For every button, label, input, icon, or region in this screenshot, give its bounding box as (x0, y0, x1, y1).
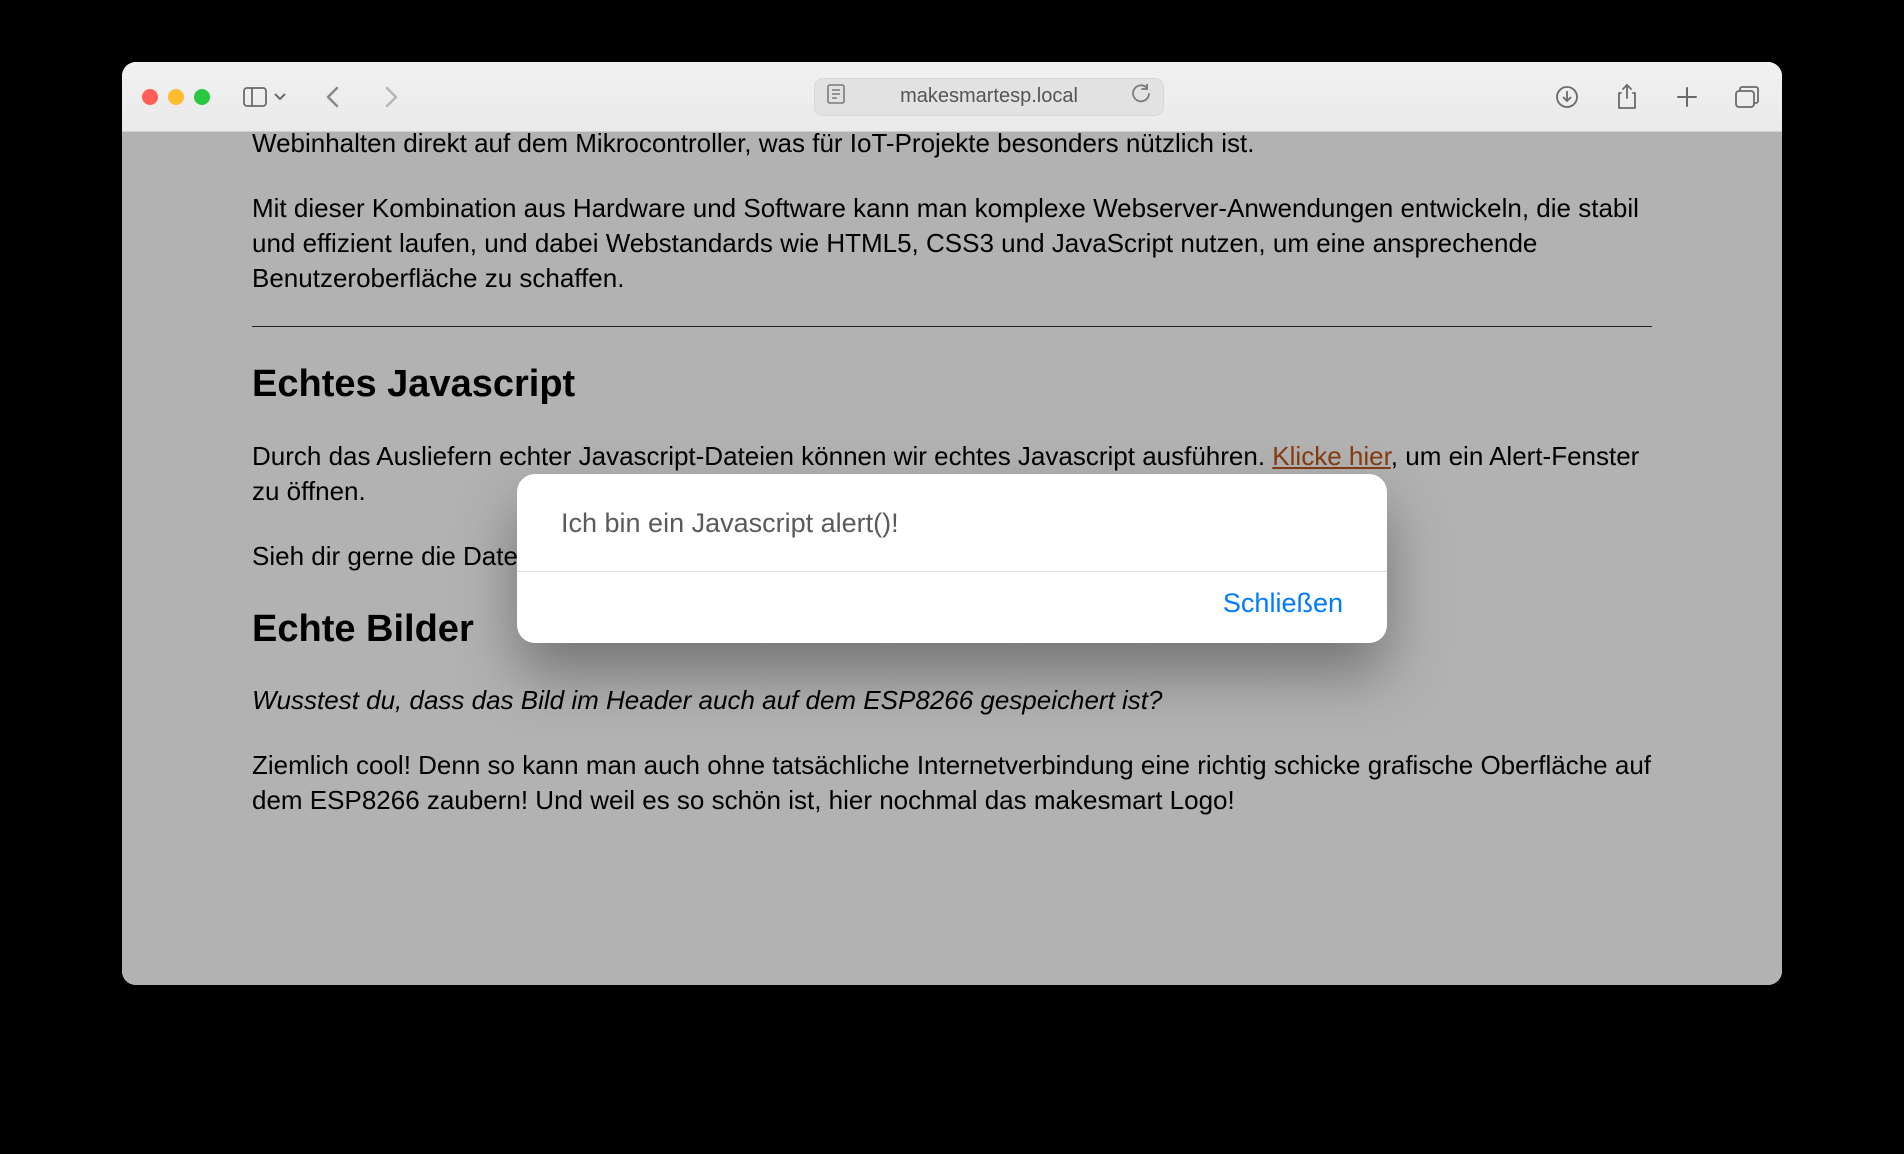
maximize-window-button[interactable] (194, 89, 210, 105)
share-button[interactable] (1612, 82, 1642, 112)
sidebar-toggle-button[interactable] (240, 82, 270, 112)
browser-toolbar: makesmartesp.local (122, 62, 1782, 132)
alert-message: Ich bin ein Javascript alert()! (517, 474, 1387, 572)
safari-window: makesmartesp.local (122, 62, 1782, 985)
forward-button[interactable] (376, 82, 406, 112)
back-button[interactable] (318, 82, 348, 112)
alert-footer: Schließen (517, 572, 1387, 643)
javascript-alert-dialog: Ich bin ein Javascript alert()! Schließe… (517, 474, 1387, 643)
minimize-window-button[interactable] (168, 89, 184, 105)
close-window-button[interactable] (142, 89, 158, 105)
window-controls (142, 89, 210, 105)
content-area: Webinhalten direkt auf dem Mikrocontroll… (122, 132, 1782, 985)
tabs-overview-button[interactable] (1732, 82, 1762, 112)
new-tab-button[interactable] (1672, 82, 1702, 112)
address-bar[interactable]: makesmartesp.local (814, 78, 1164, 116)
downloads-button[interactable] (1552, 82, 1582, 112)
alert-close-button[interactable]: Schließen (1223, 588, 1343, 619)
sidebar-dropdown-button[interactable] (272, 82, 288, 112)
reader-icon[interactable] (827, 84, 845, 110)
address-bar-url: makesmartesp.local (900, 85, 1078, 108)
reload-button[interactable] (1131, 84, 1151, 110)
